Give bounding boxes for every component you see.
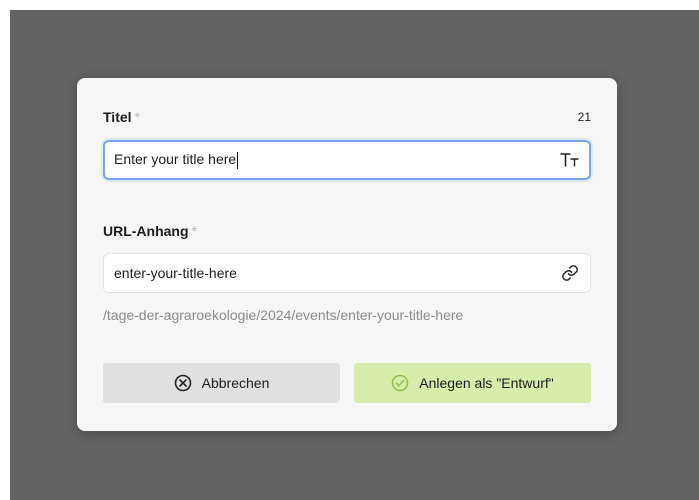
- title-char-counter: 21: [577, 110, 591, 124]
- check-circle-icon: [391, 374, 409, 392]
- required-marker: *: [134, 109, 140, 125]
- url-slug-input[interactable]: enter-your-title-here: [103, 253, 591, 293]
- cancel-button[interactable]: Abbrechen: [103, 363, 340, 403]
- required-marker: *: [191, 223, 197, 239]
- url-label: URL-Anhang *: [103, 223, 197, 239]
- create-event-dialog: Titel * 21 Enter your title here URL-Anha…: [77, 78, 617, 431]
- url-path-preview: /tage-der-agraroekologie/2024/events/ent…: [103, 307, 464, 323]
- text-caret: [237, 151, 239, 169]
- link-icon[interactable]: [560, 263, 580, 283]
- title-input[interactable]: Enter your title here: [103, 140, 591, 180]
- url-slug-value: enter-your-title-here: [114, 265, 237, 281]
- create-draft-button-label: Anlegen als "Entwurf": [419, 375, 554, 391]
- text-size-icon[interactable]: [560, 150, 580, 170]
- create-draft-button[interactable]: Anlegen als "Entwurf": [354, 363, 591, 403]
- x-circle-icon: [174, 374, 192, 392]
- title-label: Titel *: [103, 109, 140, 125]
- cancel-button-label: Abbrechen: [201, 375, 270, 391]
- title-label-row: Titel * 21: [103, 109, 591, 125]
- url-label-row: URL-Anhang *: [103, 223, 591, 239]
- title-input-value: Enter your title here: [114, 151, 237, 168]
